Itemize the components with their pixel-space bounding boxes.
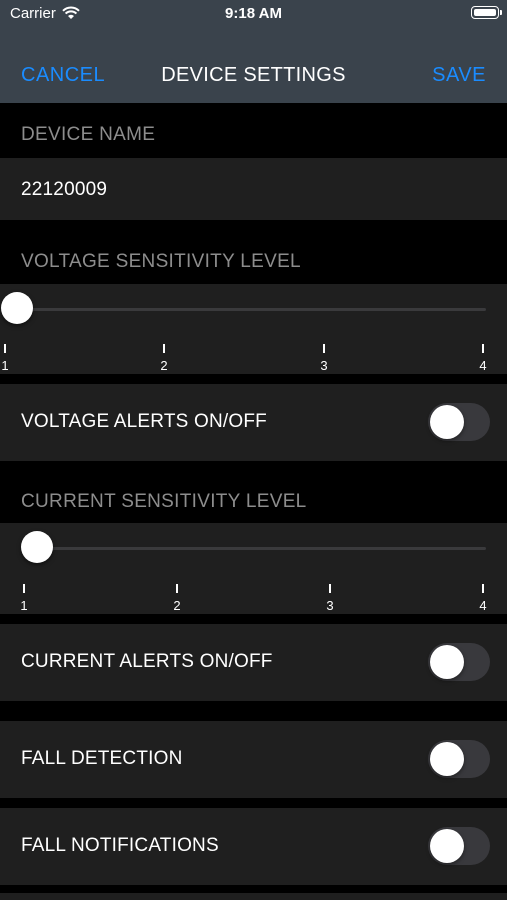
tick-mark [482, 584, 484, 593]
device-name-field[interactable]: 22120009 [0, 158, 507, 220]
fall-notifications-label: FALL NOTIFICATIONS [21, 835, 219, 856]
tick-mark [176, 584, 178, 593]
slider-track[interactable] [5, 308, 486, 311]
toggle-knob [430, 645, 464, 679]
voltage-alerts-row: VOLTAGE ALERTS ON/OFF [0, 384, 507, 461]
voltage-alerts-toggle[interactable] [428, 403, 490, 441]
next-cell-edge [0, 893, 507, 900]
tick-label: 2 [173, 598, 181, 613]
save-button[interactable]: SAVE [432, 64, 486, 87]
toggle-knob [430, 405, 464, 439]
current-sensitivity-header: CURRENT SENSITIVITY LEVEL [21, 491, 307, 512]
tick-mark [482, 344, 484, 353]
device-name-header: DEVICE NAME [21, 124, 156, 145]
tick-label: 4 [479, 358, 487, 373]
current-alerts-row: CURRENT ALERTS ON/OFF [0, 624, 507, 701]
toggle-knob [430, 742, 464, 776]
fall-detection-row: FALL DETECTION [0, 721, 507, 798]
tick-label: 3 [320, 358, 328, 373]
tick-mark [23, 584, 25, 593]
voltage-alerts-label: VOLTAGE ALERTS ON/OFF [21, 411, 267, 432]
tick-label: 2 [160, 358, 168, 373]
slider-thumb[interactable] [1, 292, 33, 324]
fall-detection-label: FALL DETECTION [21, 748, 183, 769]
fall-notifications-row: FALL NOTIFICATIONS [0, 808, 507, 885]
current-alerts-label: CURRENT ALERTS ON/OFF [21, 651, 273, 672]
tick-mark [4, 344, 6, 353]
device-name-value: 22120009 [21, 179, 108, 200]
voltage-sensitivity-slider[interactable]: 1 2 3 4 [0, 284, 507, 374]
fall-notifications-toggle[interactable] [428, 827, 490, 865]
tick-label: 4 [479, 598, 487, 613]
toggle-knob [430, 829, 464, 863]
tick-label: 1 [20, 598, 28, 613]
battery-nub [500, 10, 502, 15]
voltage-sensitivity-header: VOLTAGE SENSITIVITY LEVEL [21, 251, 301, 272]
tick-label: 1 [1, 358, 9, 373]
fall-detection-toggle[interactable] [428, 740, 490, 778]
status-time: 9:18 AM [225, 5, 282, 22]
page-title: DEVICE SETTINGS [161, 64, 346, 86]
current-alerts-toggle[interactable] [428, 643, 490, 681]
slider-track[interactable] [24, 547, 486, 550]
tick-mark [323, 344, 325, 353]
slider-thumb[interactable] [21, 531, 53, 563]
tick-mark [163, 344, 165, 353]
current-sensitivity-slider[interactable]: 1 2 3 4 [0, 523, 507, 614]
tick-label: 3 [326, 598, 334, 613]
tick-mark [329, 584, 331, 593]
battery-icon [471, 6, 499, 19]
